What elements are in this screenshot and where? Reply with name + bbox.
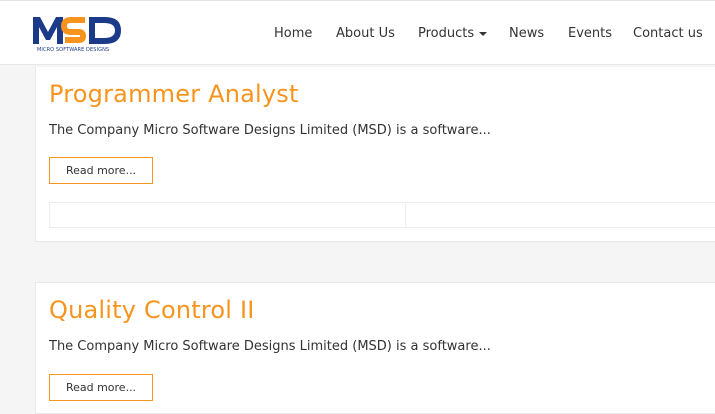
read-more-button[interactable]: Read more...	[49, 157, 153, 184]
job-description: The Company Micro Software Designs Limit…	[49, 339, 491, 354]
read-more-button[interactable]: Read more...	[49, 374, 153, 401]
nav-events[interactable]: Events	[568, 26, 612, 41]
nav-about-us[interactable]: About Us	[336, 26, 395, 41]
nav-contact-us[interactable]: Contact us	[633, 26, 703, 41]
job-card: Quality Control II The Company Micro Sof…	[35, 282, 715, 414]
job-description: The Company Micro Software Designs Limit…	[49, 123, 491, 138]
job-meta-row	[49, 202, 715, 228]
job-title[interactable]: Programmer Analyst	[49, 80, 299, 108]
chevron-down-icon	[479, 31, 488, 36]
nav-news[interactable]: News	[509, 26, 544, 41]
job-card: Programmer Analyst The Company Micro Sof…	[35, 67, 715, 242]
nav-home[interactable]: Home	[274, 26, 312, 41]
job-title[interactable]: Quality Control II	[49, 296, 255, 324]
nav-products[interactable]: Products	[418, 26, 488, 41]
nav-products-label: Products	[418, 26, 475, 41]
meta-divider	[405, 203, 406, 227]
main-nav: Home About Us Products News Events Conta…	[0, 26, 715, 46]
site-header: MICRO SOFTWARE DESIGNS Home About Us Pro…	[0, 1, 715, 65]
logo-subtitle: MICRO SOFTWARE DESIGNS	[37, 47, 110, 53]
